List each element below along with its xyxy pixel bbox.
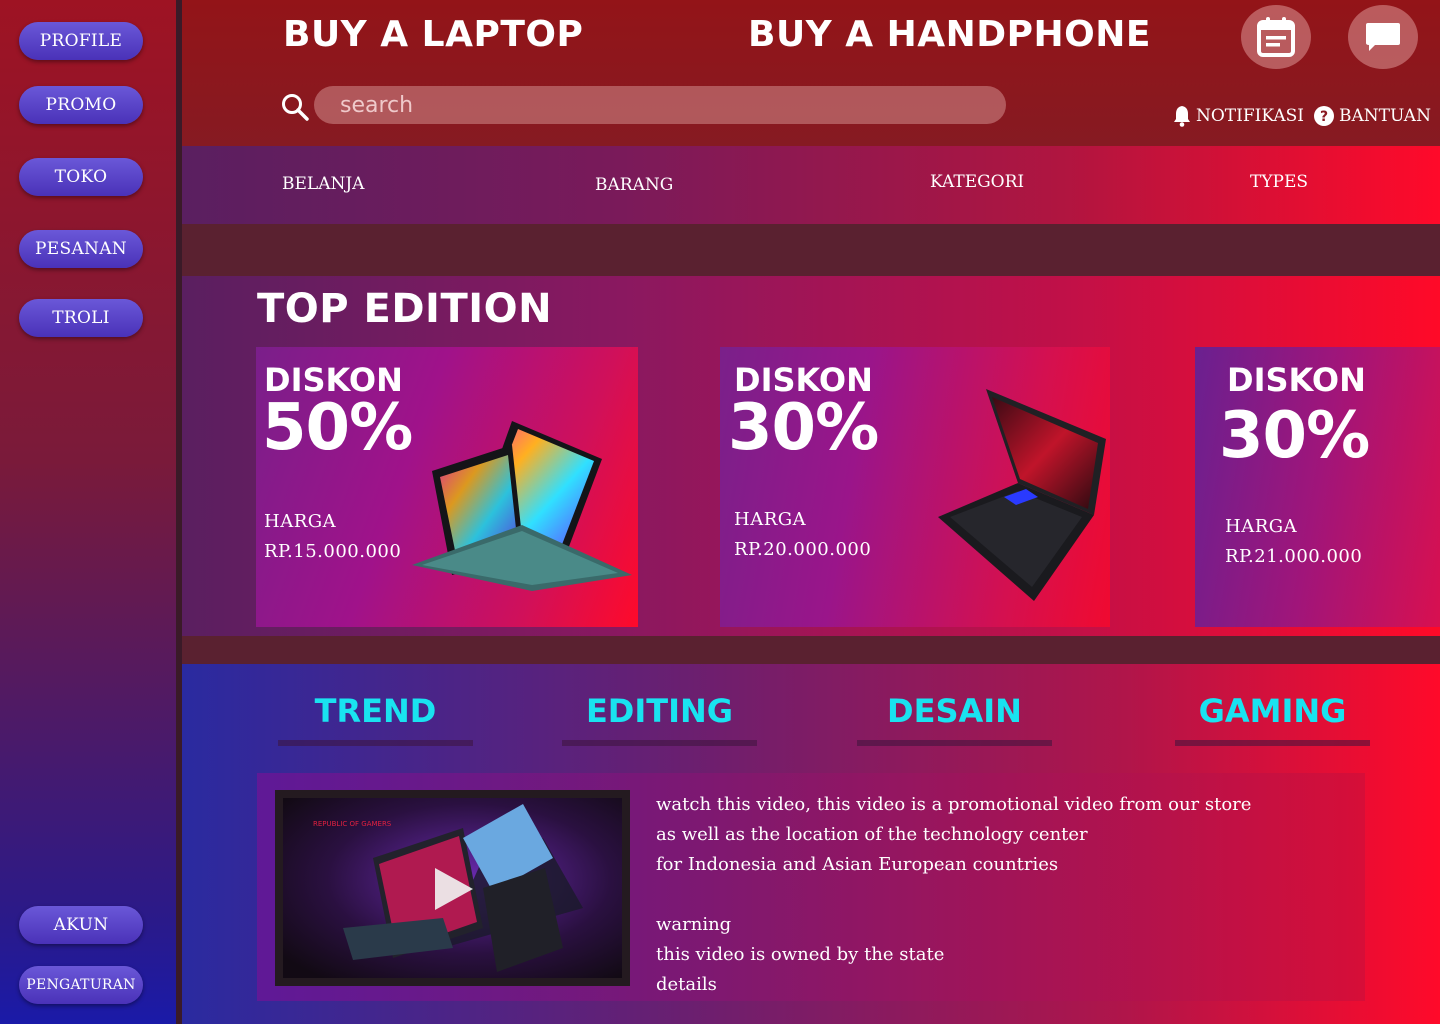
tab-gaming[interactable]: GAMING [1175, 692, 1370, 746]
calendar-button[interactable] [1241, 5, 1311, 69]
video-text-line: for Indonesia and Asian European countri… [656, 854, 1059, 875]
bell-icon [1174, 106, 1190, 127]
chat-button[interactable] [1348, 5, 1418, 69]
promo-card-3[interactable]: DISKON 30% HARGA RP.21.000.000 [1195, 347, 1440, 627]
sidebar-item-akun[interactable]: AKUN [19, 906, 143, 944]
bantuan-label: BANTUAN [1339, 106, 1431, 126]
harga-label: HARGA [1225, 516, 1298, 537]
bantuan-link[interactable]: ? BANTUAN [1313, 105, 1431, 127]
sidebar [0, 0, 176, 1024]
svg-text:?: ? [1320, 109, 1328, 125]
tab-trend[interactable]: TREND [278, 692, 473, 746]
notifikasi-label: NOTIFIKASI [1196, 106, 1305, 126]
harga-value: RP.21.000.000 [1225, 546, 1363, 567]
harga-label: HARGA [264, 511, 337, 532]
diskon-percent: 30% [1219, 399, 1370, 473]
help-icon: ? [1314, 106, 1334, 126]
diskon-percent: 50% [262, 391, 413, 465]
harga-label: HARGA [734, 509, 807, 530]
sidebar-item-promo[interactable]: PROMO [19, 86, 143, 124]
video-player[interactable]: REPUBLIC OF GAMERS [275, 790, 630, 986]
promo-card-1[interactable]: DISKON 50% HARGA RP.15.000.000 [256, 347, 638, 627]
video-text-line: watch this video, this video is a promot… [656, 794, 1252, 815]
chat-icon [1366, 23, 1400, 51]
details-link[interactable]: details [656, 970, 1356, 1000]
video-text-line: warning [656, 914, 732, 935]
buy-handphone-link[interactable]: BUY A HANDPHONE [748, 14, 1151, 55]
top-edition-title: TOP EDITION [257, 286, 553, 332]
search-input[interactable] [314, 86, 1006, 124]
sidebar-item-profile[interactable]: PROFILE [19, 22, 143, 60]
buy-laptop-link[interactable]: BUY A LAPTOP [283, 14, 583, 55]
nav-kategori[interactable]: KATEGORI [930, 172, 1024, 192]
nav-types[interactable]: TYPES [1250, 172, 1308, 192]
laptop-image [412, 421, 632, 591]
video-text-line: as well as the location of the technolog… [656, 824, 1088, 845]
sidebar-item-troli[interactable]: TROLI [19, 299, 143, 337]
search-icon[interactable] [280, 92, 310, 122]
sidebar-item-pengaturan[interactable]: PENGATURAN [19, 966, 143, 1004]
harga-value: RP.20.000.000 [734, 539, 872, 560]
video-text-line: this video is owned by the state [656, 944, 945, 965]
nav-barang[interactable]: BARANG [595, 175, 673, 195]
notifikasi-link[interactable]: NOTIFIKASI [1172, 105, 1304, 127]
tab-editing[interactable]: EDITING [562, 692, 757, 746]
nav-belanja[interactable]: BELANJA [282, 174, 364, 194]
calendar-icon [1257, 17, 1295, 57]
video-description: watch this video, this video is a promot… [656, 790, 1356, 1000]
video-text-line [656, 880, 1356, 910]
diskon-percent: 30% [728, 391, 879, 465]
tab-desain[interactable]: DESAIN [857, 692, 1052, 746]
sidebar-item-pesanan[interactable]: PESANAN [19, 230, 143, 268]
diskon-label: DISKON [1227, 361, 1366, 399]
video-thumbnail: REPUBLIC OF GAMERS [283, 798, 622, 978]
sidebar-item-toko[interactable]: TOKO [19, 158, 143, 196]
laptop-image [938, 389, 1106, 601]
harga-value: RP.15.000.000 [264, 541, 402, 562]
svg-text:REPUBLIC OF GAMERS: REPUBLIC OF GAMERS [313, 820, 392, 828]
promo-card-2[interactable]: DISKON 30% HARGA RP.20.000.000 [720, 347, 1110, 627]
